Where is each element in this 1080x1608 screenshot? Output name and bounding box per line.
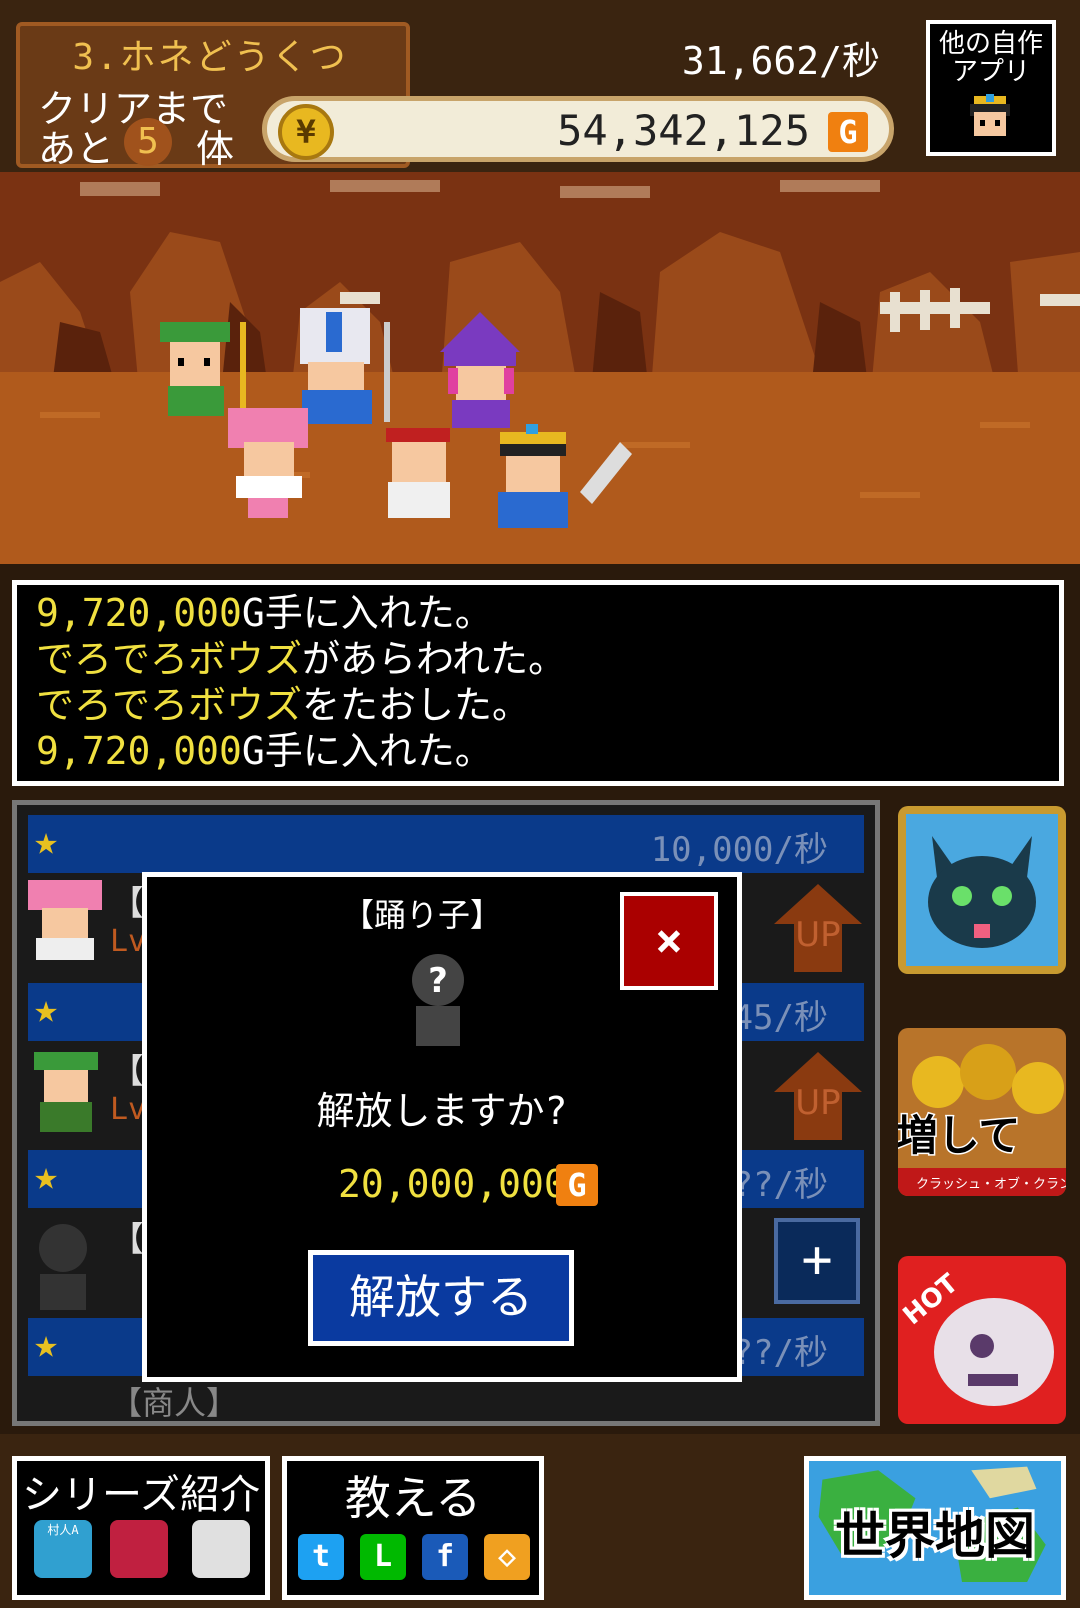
archer-portrait xyxy=(34,1052,98,1132)
up-button[interactable]: UP xyxy=(770,880,866,976)
star-icon: ★ xyxy=(34,1153,59,1199)
log-line: でろでろボウズがあらわれた。 xyxy=(36,637,567,681)
other-apps-label: 他の自作アプリ xyxy=(938,29,1043,87)
fighter-sprite xyxy=(386,428,450,518)
clear-progress-prefix: あと xyxy=(38,127,115,171)
dialog-title: 【踊り子】 xyxy=(341,896,502,934)
coin-icon: ¥ xyxy=(278,104,334,160)
series-app-icon[interactable] xyxy=(110,1520,168,1578)
remaining-count: 5 xyxy=(124,118,172,166)
series-app-icon[interactable]: 村人A xyxy=(34,1520,92,1578)
unlock-plus-button[interactable]: + xyxy=(774,1218,860,1304)
unknown-character-icon: ? xyxy=(412,954,464,1046)
remaining-unit: 体 xyxy=(196,127,235,171)
twitter-icon[interactable]: t xyxy=(298,1534,344,1580)
svg-text:?: ? xyxy=(428,961,448,1001)
row-level: Lv xyxy=(110,924,147,959)
gold-amount: 54,342,125 xyxy=(557,106,810,155)
gold-per-second: 31,662/秒 xyxy=(681,39,880,83)
locked-character-icon xyxy=(39,1224,87,1310)
gold-g-icon: G xyxy=(828,112,868,152)
release-button[interactable]: 解放する xyxy=(308,1250,574,1346)
log-line: 9,720,000G手に入れた。 xyxy=(36,591,493,635)
ad-banner-cat[interactable] xyxy=(898,806,1066,974)
star-icon: ★ xyxy=(34,1321,59,1367)
row-name: 【商人】 xyxy=(110,1384,239,1422)
share-label: 教える xyxy=(344,1471,482,1525)
battle-scene xyxy=(0,172,1080,564)
svg-text:UP: UP xyxy=(795,1083,840,1123)
dialog-question: 解放しますか? xyxy=(316,1089,568,1133)
world-map-label: 世界地図 xyxy=(835,1507,1035,1565)
up-button[interactable]: UP xyxy=(770,1048,866,1144)
svg-text:UP: UP xyxy=(795,915,840,955)
svg-text:増して: 増して xyxy=(898,1111,1020,1160)
row-level: Lv xyxy=(110,1092,147,1127)
unlock-price: 20,000,000 xyxy=(338,1162,567,1206)
dancer-portrait xyxy=(28,880,102,960)
log-line: 9,720,000G手に入れた。 xyxy=(36,729,493,773)
facebook-icon[interactable]: f xyxy=(422,1534,468,1580)
svg-text:クラッシュ・オブ・クラン: クラッシュ・オブ・クラン xyxy=(916,1176,1066,1192)
close-button[interactable]: × xyxy=(620,892,718,990)
line-icon[interactable]: L xyxy=(360,1534,406,1580)
log-line: でろでろボウズをたおした。 xyxy=(36,683,531,727)
ad-banner-skull[interactable]: HOT xyxy=(898,1256,1066,1424)
ad-banner-clash[interactable]: 増して クラッシュ・オブ・クラン xyxy=(898,1028,1066,1196)
hero-face-icon xyxy=(970,94,1010,136)
star-icon: ★ xyxy=(34,818,59,864)
share-icon[interactable]: ◇ xyxy=(484,1534,530,1580)
stage-name: 3.ホネどうくつ xyxy=(72,37,348,78)
row-rate: 10,000/秒 xyxy=(650,830,828,870)
gold-g-icon: G xyxy=(556,1164,598,1206)
series-label: シリーズ紹介 xyxy=(22,1472,260,1518)
series-app-icon[interactable] xyxy=(192,1520,250,1578)
star-icon: ★ xyxy=(34,986,59,1032)
